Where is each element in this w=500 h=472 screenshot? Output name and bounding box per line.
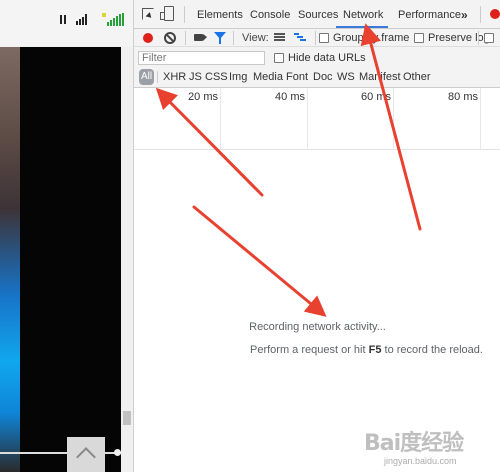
tab-console[interactable]: Console [250,9,290,21]
divider [233,31,234,45]
tick-line [307,88,308,150]
reload-hint-suffix: to record the reload. [381,344,483,356]
type-filter-media[interactable]: Media [253,71,283,83]
network-signal-icon [102,13,126,26]
divider [480,6,481,23]
tick-line [480,88,481,150]
pause-icon [60,15,67,24]
baidu-jingyan-watermark: Bai度经验 jingyan.baidu.com [364,425,498,471]
timeline-overview[interactable]: 20 ms 40 ms 60 ms 80 ms [134,88,500,150]
reload-hint-prefix: Perform a request or hit [250,344,369,356]
signal-bars-icon [76,14,90,25]
filter-bar: Hide data URLs All XHR JS CSS Img Media … [134,47,500,88]
large-rows-icon[interactable] [274,33,285,42]
type-filter-img[interactable]: Img [229,71,247,83]
waterfall-overview-icon[interactable] [294,33,306,42]
group-by-frame-label: Group by frame [333,32,410,44]
type-filter-other[interactable]: Other [403,71,431,83]
tick-line [220,88,221,150]
tick-label: 80 ms [448,91,478,103]
video-thumbnail [0,47,20,472]
active-tab-indicator [336,26,388,28]
type-filter-font[interactable]: Font [286,71,308,83]
f5-key: F5 [368,344,382,356]
devtools-panel: Elements Console Sources Network Perform… [133,0,500,472]
hide-data-urls-label: Hide data URLs [288,52,366,64]
tick-label: 60 ms [361,91,391,103]
disable-cache-checkbox[interactable] [484,33,494,43]
inspect-element-icon[interactable] [142,8,154,20]
mobile-preview [0,0,133,472]
preserve-log-label: Preserve log [428,32,490,44]
divider [184,6,185,23]
divider [185,31,186,45]
network-toolbar: View: Group by frame Preserve log [134,29,500,47]
status-bar [0,0,133,46]
type-filter-ws[interactable]: WS [337,71,355,83]
view-label: View: [242,32,269,44]
type-filter-css[interactable]: CSS [205,71,228,83]
tick-line [393,88,394,150]
device-toolbar-icon[interactable] [160,6,174,21]
tick-label: 40 ms [275,91,305,103]
watermark-url: jingyan.baidu.com [384,456,457,466]
tab-sources[interactable]: Sources [298,9,338,21]
clear-icon[interactable] [164,32,176,44]
chevron-up-icon [76,447,96,467]
hide-data-urls-checkbox[interactable] [274,53,284,63]
type-filter-manifest[interactable]: Manifest [359,71,401,83]
tick-label: 20 ms [188,91,218,103]
type-filter-doc[interactable]: Doc [313,71,333,83]
recording-message: Recording network activity... [249,321,386,333]
divider [478,31,479,45]
type-filter-all[interactable]: All [139,69,154,85]
record-icon[interactable] [143,33,153,43]
type-filter-js[interactable]: JS [189,71,202,83]
network-empty-state: Recording network activity... Perform a … [134,150,500,472]
tab-elements[interactable]: Elements [197,9,243,21]
group-by-frame-checkbox[interactable] [319,33,329,43]
divider [315,31,316,45]
filter-icon[interactable] [214,32,226,44]
back-to-top-button[interactable] [67,437,105,472]
error-count-icon[interactable] [490,9,500,19]
tab-network[interactable]: Network [343,9,383,21]
devtools-tabbar: Elements Console Sources Network Perform… [134,0,500,29]
progress-knob[interactable] [114,449,121,456]
watermark-logo: Bai度经验 [364,431,464,456]
scrollbar-thumb[interactable] [123,411,131,425]
reload-hint: Perform a request or hit F5 to record th… [250,344,483,356]
divider [157,71,158,83]
video-camera-icon[interactable] [194,34,207,41]
preview-scrollbar[interactable] [121,47,133,472]
preserve-log-checkbox[interactable] [414,33,424,43]
tab-performance[interactable]: Performance [398,9,461,21]
chevron-double-right-icon[interactable]: » [461,8,468,22]
type-filter-xhr[interactable]: XHR [163,71,186,83]
filter-input[interactable] [138,51,265,65]
